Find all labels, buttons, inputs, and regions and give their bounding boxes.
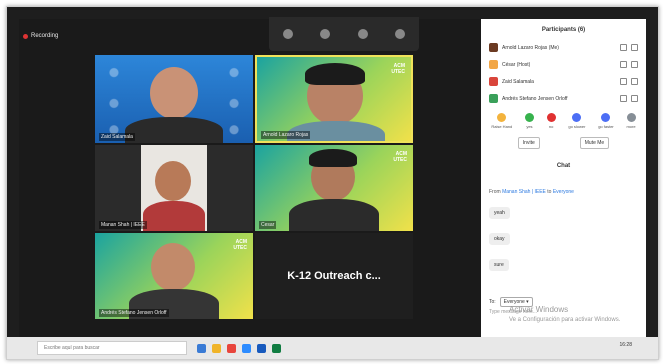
- participants-title: Participants (6): [541, 27, 586, 33]
- participant-name: Andrés Stefano Jensen Orloff: [502, 95, 568, 102]
- participants-list: Arnold Lazaro Rojas (Me) César (Host) Za…: [481, 39, 646, 107]
- chat-message: sure: [489, 259, 509, 271]
- logo: ACM UTEC: [393, 151, 407, 163]
- rewind-icon: [572, 113, 582, 122]
- participant-row[interactable]: Zaid Salamala: [481, 73, 646, 90]
- go-faster-button[interactable]: go faster: [598, 113, 614, 129]
- chat-message: yeah: [489, 207, 510, 219]
- video-tile[interactable]: Manan Shah | IEEE: [95, 145, 253, 231]
- zoom-window: Recording Zaid Salamala ACM UTEC Arnold L…: [6, 6, 659, 360]
- participant-row[interactable]: César (Host): [481, 56, 646, 73]
- camera-icon[interactable]: [631, 61, 638, 68]
- chat-messages: yeah okay sure: [481, 201, 646, 279]
- video-tile-active-speaker[interactable]: ACM UTEC Arnold Lazaro Rojas: [255, 55, 413, 143]
- mic-icon[interactable]: [620, 95, 627, 102]
- camera-icon[interactable]: [631, 78, 638, 85]
- participant-name: Zaid Salamala: [502, 78, 534, 85]
- chat-title: Chat: [556, 163, 571, 169]
- mic-icon[interactable]: [620, 61, 627, 68]
- fast-forward-icon: [601, 113, 611, 122]
- camera-icon[interactable]: [631, 44, 638, 51]
- participant-name-large: K-12 Outreach c...: [287, 270, 381, 282]
- logo: ACM UTEC: [233, 239, 247, 251]
- participant-row[interactable]: Arnold Lazaro Rojas (Me): [481, 39, 646, 56]
- avatar: [489, 43, 498, 52]
- toolbar-icon-1[interactable]: [282, 29, 293, 39]
- participant-name: Andrés Stefano Jensen Orloff: [99, 309, 169, 317]
- video-tile[interactable]: Zaid Salamala: [95, 55, 253, 143]
- toolbar-icon-2[interactable]: [320, 29, 331, 39]
- chat-message: okay: [489, 233, 510, 245]
- reaction-bar: Raise Hand yes no go slower go faster mo…: [481, 113, 646, 129]
- excel-icon[interactable]: [272, 343, 281, 353]
- avatar: [489, 94, 498, 103]
- participant-name: Zaid Salamala: [99, 133, 135, 141]
- participant-name: César (Host): [502, 61, 531, 68]
- zoom-icon[interactable]: [242, 343, 251, 353]
- check-icon: [524, 113, 534, 122]
- participant-name: Arnold Lazaro Rojas: [261, 131, 311, 139]
- chrome-icon[interactable]: [227, 343, 236, 353]
- video-tile[interactable]: ACM UTEC Andrés Stefano Jensen Orloff: [95, 233, 253, 319]
- raise-hand-button[interactable]: Raise Hand: [491, 113, 512, 129]
- participant-name: Arnold Lazaro Rojas (Me): [502, 44, 559, 51]
- yes-button[interactable]: yes: [524, 113, 534, 129]
- taskbar-apps: [197, 343, 281, 353]
- recipient-link[interactable]: Everyone: [553, 189, 574, 195]
- invite-button[interactable]: Invite: [517, 137, 540, 149]
- participant-name: Manan Shah | IEEE: [99, 221, 147, 229]
- no-button[interactable]: no: [546, 113, 556, 129]
- go-slower-button[interactable]: go slower: [568, 113, 585, 129]
- participant-row[interactable]: Andrés Stefano Jensen Orloff: [481, 90, 646, 107]
- side-panel: Participants (6) Arnold Lazaro Rojas (Me…: [481, 19, 646, 349]
- app-icon[interactable]: [197, 343, 206, 353]
- camera-icon[interactable]: [631, 95, 638, 102]
- sender-link[interactable]: Manan Shah | IEEE: [502, 189, 546, 195]
- mic-icon[interactable]: [620, 78, 627, 85]
- toolbar-icon-3[interactable]: [357, 29, 368, 39]
- x-icon: [546, 113, 556, 122]
- logo: ACM UTEC: [391, 63, 405, 75]
- avatar: [489, 60, 498, 69]
- folder-icon[interactable]: [212, 343, 221, 353]
- taskbar-search[interactable]: Escribe aquí para buscar: [37, 341, 187, 355]
- hand-icon: [497, 113, 507, 122]
- participant-actions: Invite Mute Me: [481, 137, 646, 149]
- video-tile[interactable]: ACM UTEC Cesar: [255, 145, 413, 231]
- avatar: [489, 77, 498, 86]
- more-button[interactable]: more: [626, 113, 636, 129]
- video-gallery: Recording Zaid Salamala ACM UTEC Arnold L…: [19, 17, 481, 349]
- recording-label: Recording: [31, 33, 59, 39]
- participant-name: Cesar: [259, 221, 277, 229]
- mic-icon[interactable]: [620, 44, 627, 51]
- more-icon: [626, 113, 636, 122]
- chat-sender-line: From Manan Shah | IEEE to Everyone: [489, 189, 574, 195]
- recording-indicator: Recording: [23, 33, 58, 39]
- toolbar-icon-4[interactable]: [395, 29, 406, 39]
- clock: 16:28: [619, 342, 632, 348]
- windows-taskbar: Escribe aquí para buscar 16:28: [7, 337, 658, 359]
- top-toolbar: [269, 17, 419, 51]
- word-icon[interactable]: [257, 343, 266, 353]
- video-tile-camera-off[interactable]: K-12 Outreach c...: [255, 233, 413, 319]
- windows-activation-watermark: Activar Windows Ve a Configuración para …: [509, 305, 621, 323]
- recording-dot-icon: [23, 33, 28, 39]
- mute-me-button[interactable]: Mute Me: [579, 137, 610, 149]
